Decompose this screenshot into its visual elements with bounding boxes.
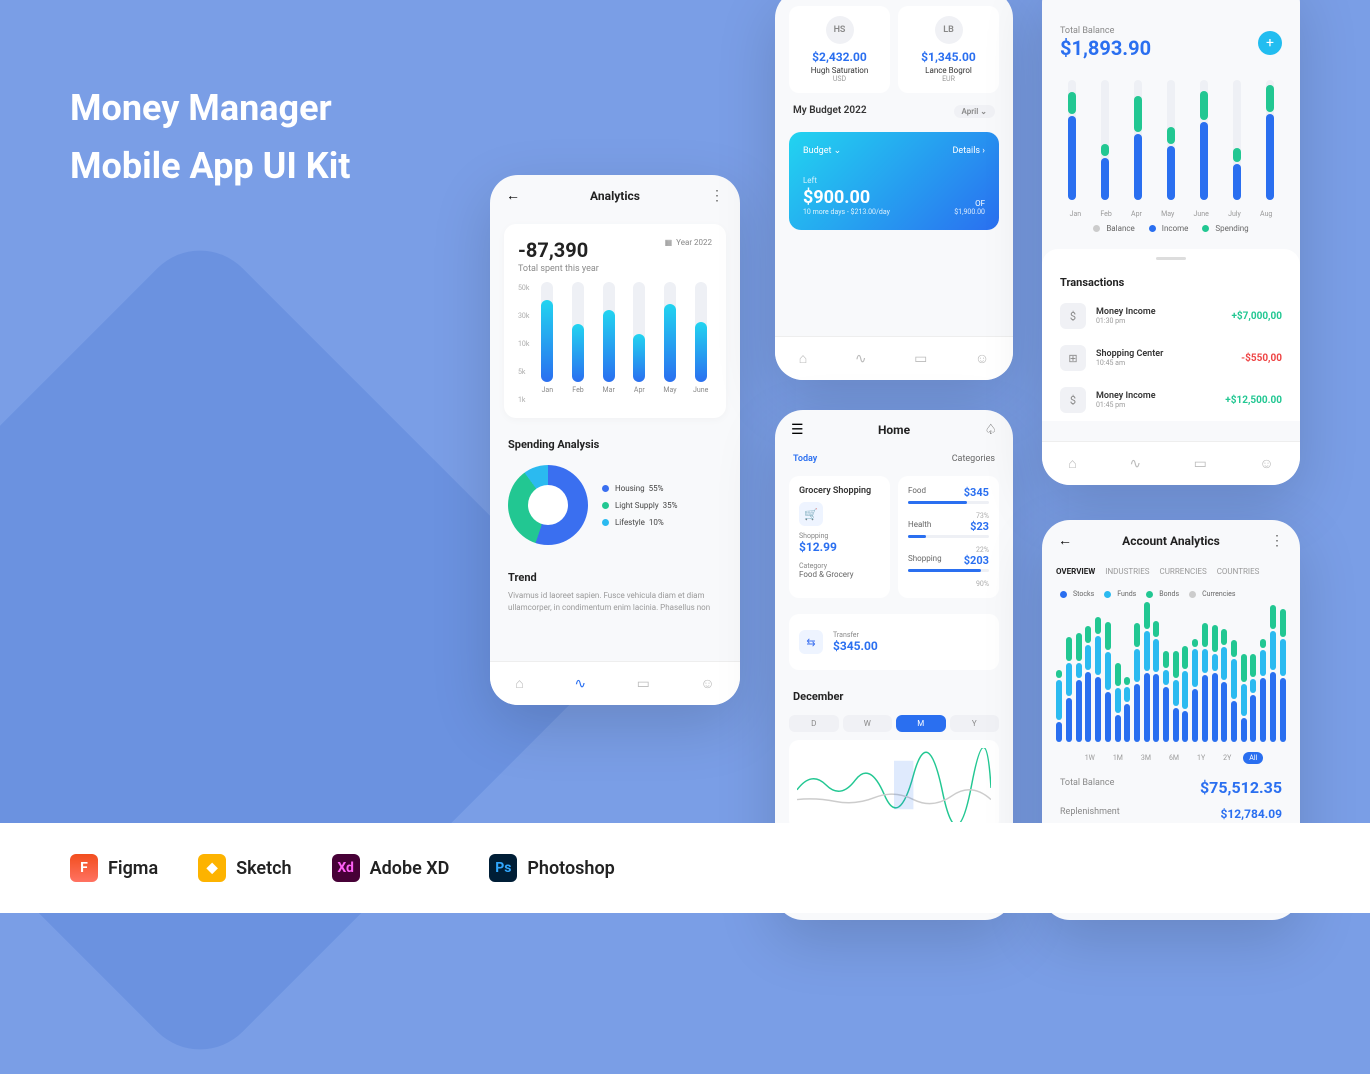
total-spent: -87,390 (518, 238, 599, 262)
time-tab[interactable]: All (1243, 752, 1263, 764)
bar (633, 282, 645, 382)
transactions-title: Transactions (1042, 264, 1300, 295)
total-balance: $1,893.90 (1060, 36, 1151, 60)
december-title: December (775, 678, 1013, 709)
detail-screen: ← Detail Total Balance $1,893.90 + JanFe… (1042, 0, 1300, 485)
transaction-row[interactable]: $Money Income01:45 pm+$12,500.00 (1042, 379, 1300, 421)
transfer-card[interactable]: ⇆ Transfer $345.00 (789, 614, 999, 670)
more-icon[interactable]: ⋮ (1270, 533, 1284, 549)
sketch-badge: ◆Sketch (198, 854, 291, 882)
budget-details[interactable]: Details › (953, 146, 985, 156)
grocery-card[interactable]: Grocery Shopping 🛒 Shopping $12.99 Categ… (789, 476, 890, 598)
account-tab[interactable]: INDUSTRIES (1105, 561, 1149, 582)
account-title: Account Analytics (1122, 534, 1220, 548)
account-tab[interactable]: OVERVIEW (1056, 561, 1095, 582)
bar (541, 282, 553, 382)
ps-badge: PsPhotoshop (489, 854, 614, 882)
cart-icon: 🛒 (799, 502, 823, 526)
nav-analytics-icon[interactable]: ∿ (1129, 456, 1141, 472)
spending-analysis-title: Spending Analysis (490, 426, 740, 457)
detail-title: Detail (1162, 0, 1193, 3)
nav-profile-icon[interactable]: ☺ (1259, 455, 1273, 472)
nav-analytics-icon[interactable]: ∿ (574, 676, 586, 692)
account-tab[interactable]: COUNTRIES (1217, 561, 1260, 582)
nav-home-icon[interactable]: ⌂ (515, 675, 523, 692)
replenishment: $12,784.09 (1220, 807, 1282, 821)
transaction-row[interactable]: ⊞Shopping Center10:45 am-$550,00 (1042, 337, 1300, 379)
transfer-icon: ⇆ (799, 630, 823, 654)
contact-card[interactable]: LB$1,345.00Lance BogrolEUR (898, 6, 999, 93)
analytics-title: Analytics (590, 189, 640, 203)
menu-icon[interactable]: ☰ (791, 422, 804, 438)
trend-text: Vivamus id laoreet sapien. Fusce vehicul… (490, 590, 740, 614)
transaction-row[interactable]: $Money Income01:30 pm+$7,000,00 (1042, 295, 1300, 337)
nav-analytics-icon[interactable]: ∿ (855, 351, 867, 367)
budget-card[interactable]: Budget ⌄ Details › Left $900.00 OF 10 mo… (789, 132, 999, 230)
budget-dropdown[interactable]: Budget ⌄ (803, 146, 841, 156)
time-tab[interactable]: 1W (1079, 752, 1101, 764)
nav-profile-icon[interactable]: ☺ (975, 350, 989, 367)
trend-title: Trend (490, 559, 740, 590)
xd-badge: XdAdobe XD (332, 854, 450, 882)
bell-icon[interactable]: ♤ (984, 422, 997, 438)
nav-home-icon[interactable]: ⌂ (799, 350, 807, 367)
period-tab[interactable]: M (896, 715, 946, 732)
more-icon[interactable]: ⋮ (710, 188, 724, 204)
total-spent-label: Total spent this year (518, 264, 599, 274)
bar (695, 282, 707, 382)
add-button[interactable]: + (1258, 31, 1282, 55)
analytics-screen: ← Analytics ⋮ -87,390 Total spent this y… (490, 175, 740, 705)
time-tab[interactable]: 3M (1135, 752, 1157, 764)
period-tab[interactable]: D (789, 715, 839, 732)
footer: FFigma ◆Sketch XdAdobe XD PsPhotoshop (0, 823, 1370, 913)
budget-screen: HS$2,432.00Hugh SaturationUSDLB$1,345.00… (775, 0, 1013, 380)
account-total: $75,512.35 (1200, 778, 1282, 797)
back-icon[interactable]: ← (1058, 0, 1072, 4)
account-tab[interactable]: CURRENCIES (1160, 561, 1207, 582)
back-icon[interactable]: ← (506, 187, 520, 204)
back-icon[interactable]: ← (1058, 532, 1072, 549)
time-tab[interactable]: 1M (1107, 752, 1129, 764)
line-chart (789, 740, 999, 830)
home-title: Home (878, 423, 910, 437)
period-tab[interactable]: W (843, 715, 893, 732)
time-tab[interactable]: 2Y (1217, 752, 1237, 764)
nav-card-icon[interactable]: ▭ (637, 676, 650, 692)
period-tab[interactable]: Y (950, 715, 1000, 732)
contact-card[interactable]: HS$2,432.00Hugh SaturationUSD (789, 6, 890, 93)
nav-card-icon[interactable]: ▭ (1194, 456, 1207, 472)
main-title: Money ManagerMobile App UI Kit (70, 80, 350, 195)
bar (572, 282, 584, 382)
month-selector[interactable]: April ⌄ (954, 105, 995, 118)
budget-left-amount: $900.00 (803, 187, 870, 208)
time-tab[interactable]: 6M (1163, 752, 1185, 764)
year-selector[interactable]: ▦ Year 2022 (665, 238, 712, 247)
donut-chart (508, 465, 588, 545)
bar (603, 282, 615, 382)
nav-profile-icon[interactable]: ☺ (700, 675, 714, 692)
nav-card-icon[interactable]: ▭ (914, 351, 927, 367)
time-tab[interactable]: 1Y (1191, 752, 1211, 764)
today-tab[interactable]: Today (793, 450, 817, 468)
categories-tab[interactable]: Categories (952, 450, 995, 468)
nav-home-icon[interactable]: ⌂ (1068, 455, 1076, 472)
figma-badge: FFigma (70, 854, 158, 882)
bar (664, 282, 676, 382)
budget-header: My Budget 2022 (793, 105, 867, 118)
